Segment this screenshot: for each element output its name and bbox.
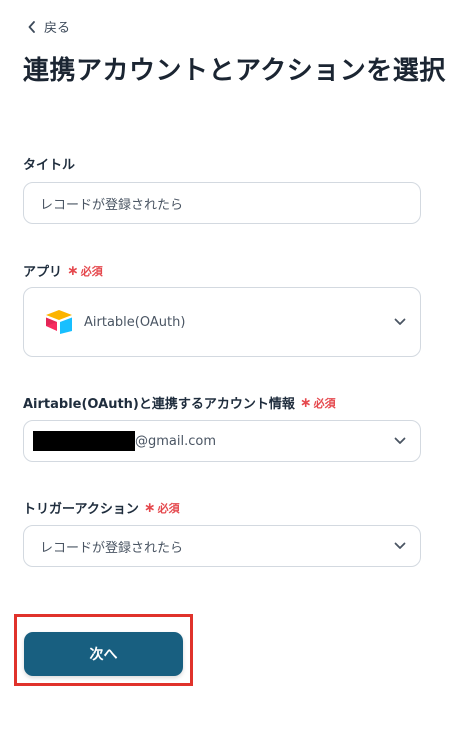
required-text: 必須 — [313, 396, 336, 410]
page-title: 連携アカウントとアクションを選択 — [23, 56, 446, 86]
title-input[interactable] — [24, 183, 420, 223]
required-marker: ∗ 必須 — [144, 500, 180, 516]
app-select[interactable]: Airtable(OAuth) — [23, 287, 421, 357]
account-label-text: Airtable(OAuth)と連携するアカウント情報 — [23, 397, 295, 412]
chevron-left-icon — [28, 20, 35, 33]
title-label-text: タイトル — [23, 158, 76, 173]
asterisk-icon: ∗ — [143, 499, 156, 516]
trigger-select[interactable]: レコードが登録されたら — [23, 525, 421, 567]
back-link[interactable]: 戻る — [28, 17, 70, 36]
account-email-suffix: @gmail.com — [135, 433, 217, 449]
required-text: 必須 — [80, 264, 103, 278]
title-field[interactable] — [23, 182, 421, 224]
trigger-field-label: トリガーアクション ∗ 必須 — [23, 498, 180, 518]
account-field-label: Airtable(OAuth)と連携するアカウント情報 ∗ 必須 — [23, 393, 336, 413]
chevron-down-icon — [394, 437, 406, 444]
title-field-label: タイトル — [23, 154, 75, 173]
back-label: 戻る — [44, 21, 71, 36]
next-button[interactable]: 次へ — [24, 632, 183, 676]
account-select[interactable]: @gmail.com — [23, 420, 421, 462]
airtable-logo-icon — [46, 310, 72, 334]
chevron-down-icon — [394, 318, 406, 325]
required-text: 必須 — [157, 501, 180, 515]
trigger-selected-value: レコードが登録されたら — [40, 540, 184, 556]
asterisk-icon: ∗ — [299, 394, 312, 411]
chevron-down-icon — [394, 542, 406, 549]
app-field-label: アプリ ∗ 必須 — [23, 261, 103, 281]
trigger-label-text: トリガーアクション — [23, 502, 139, 517]
asterisk-icon: ∗ — [67, 262, 79, 279]
required-marker: ∗ 必須 — [67, 263, 103, 279]
required-marker: ∗ 必須 — [300, 395, 336, 411]
redacted-email-block — [33, 431, 135, 451]
app-selected-value: Airtable(OAuth) — [84, 314, 186, 330]
app-label-text: アプリ — [23, 265, 63, 280]
